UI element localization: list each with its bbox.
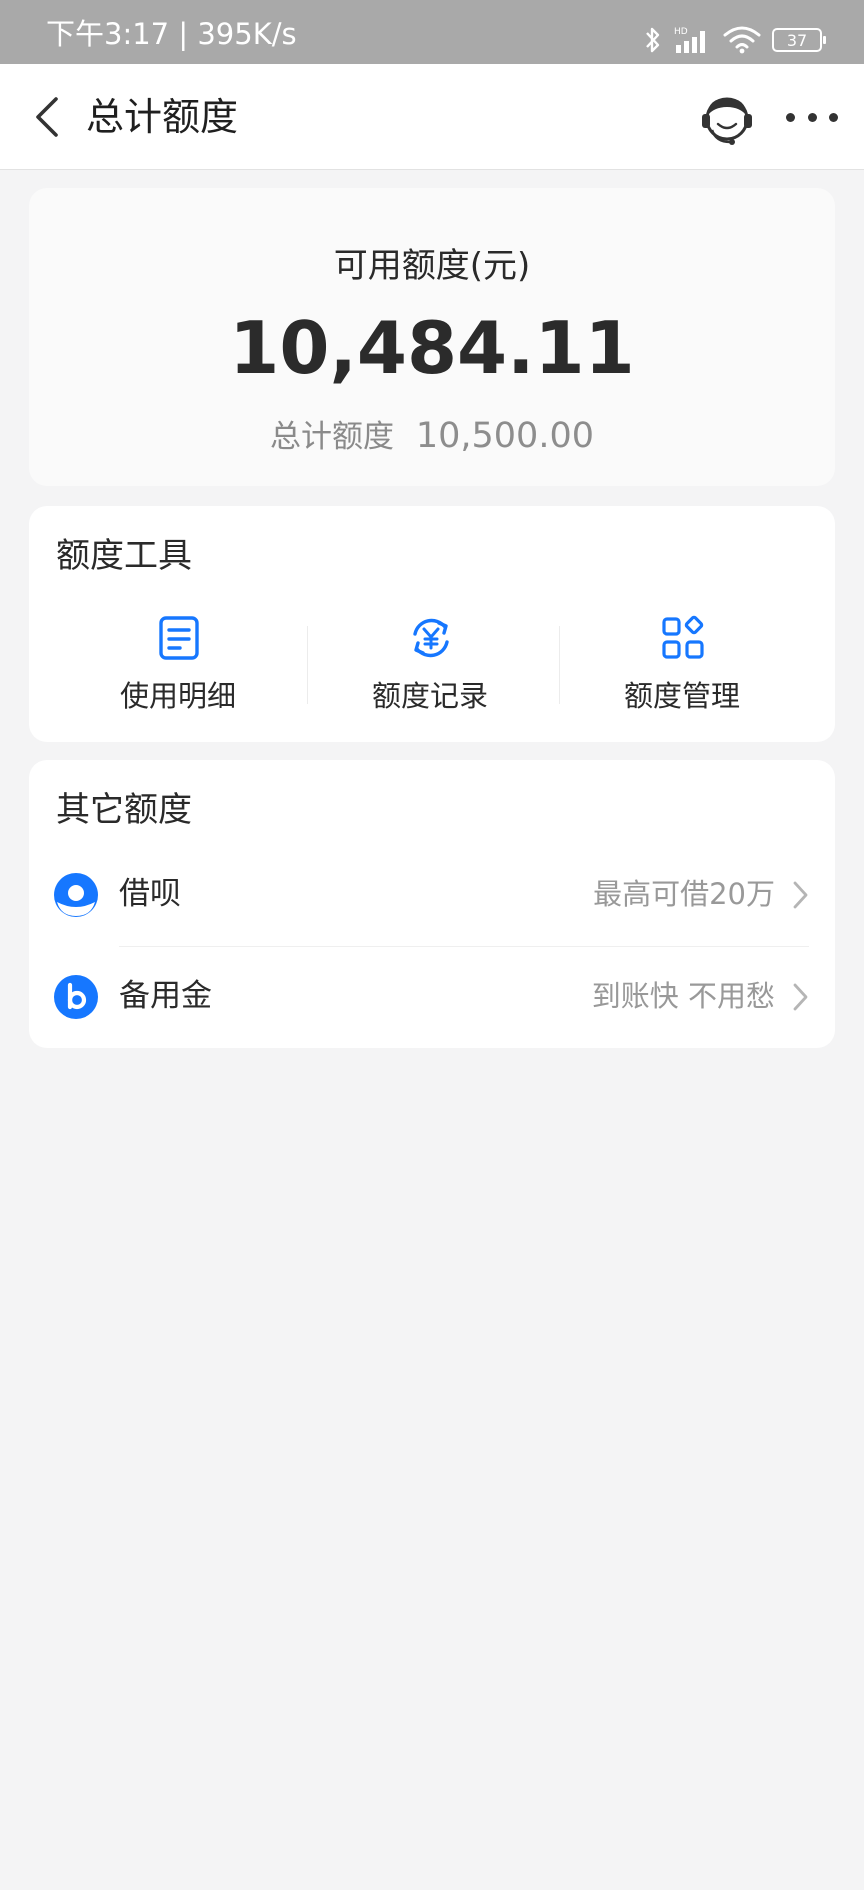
- grid-manage-icon: [662, 615, 704, 659]
- status-separator: |: [178, 17, 198, 51]
- yuan-cycle-icon: [413, 618, 449, 658]
- other-title: 其它额度: [56, 790, 192, 830]
- chevron-left-icon: [36, 97, 58, 137]
- back-button[interactable]: [22, 90, 72, 144]
- more-dot-icon: [829, 112, 838, 122]
- tool-label: 额度记录: [371, 679, 488, 713]
- signal-icon: HD: [674, 27, 705, 53]
- tool-divider: [307, 626, 308, 704]
- battery-icon: 37: [772, 28, 826, 52]
- total-line: 总计额度 10,500.00: [29, 416, 835, 457]
- chevron-right-icon: [793, 881, 808, 909]
- other-item-beiyongjin[interactable]: 备用金 到账快 不用愁: [29, 946, 835, 1046]
- more-dot-icon: [786, 112, 795, 122]
- balance-card: 可用额度(元) 10,484.11 总计额度 10,500.00: [29, 188, 835, 486]
- status-time: 下午3:17: [46, 17, 170, 51]
- total-amount: 10,500.00: [415, 416, 594, 456]
- status-net-speed: 395K/s: [197, 17, 297, 51]
- status-icons: HD 37: [644, 24, 826, 56]
- beiyongjin-icon: [54, 975, 98, 1019]
- battery-level: 37: [786, 30, 808, 50]
- item-hint: 到账快 不用愁: [591, 979, 775, 1013]
- tool-divider: [559, 626, 560, 704]
- bluetooth-icon: [646, 27, 660, 53]
- page-title: 总计额度: [86, 95, 239, 139]
- customer-service-icon: [702, 97, 752, 145]
- jiebei-icon: [54, 873, 98, 917]
- other-quota-card: 其它额度 借呗 最高可借20万 备用金 到账快 不用愁: [29, 760, 835, 1048]
- tool-label: 额度管理: [623, 679, 740, 713]
- available-amount: 10,484.11: [229, 306, 635, 390]
- available-label: 可用额度(元): [333, 246, 531, 286]
- wifi-icon: [723, 26, 761, 54]
- tools-title: 额度工具: [56, 536, 192, 576]
- more-dot-icon: [807, 112, 817, 122]
- nav-bar: 总计额度: [0, 64, 864, 170]
- status-bar: 下午3:17 | 395K/s HD 37: [0, 0, 864, 64]
- item-hint: 最高可借20万: [593, 877, 775, 911]
- tool-usage-details[interactable]: 使用明细: [58, 614, 298, 724]
- tool-label: 使用明细: [119, 679, 236, 713]
- tools-card: 额度工具 使用明细 额度记录 额度管理: [29, 506, 835, 742]
- status-time-speed: 下午3:17 | 395K/s: [46, 18, 297, 50]
- network-type-label: HD: [674, 27, 688, 37]
- chevron-right-icon: [793, 983, 808, 1011]
- tool-quota-records[interactable]: 额度记录: [310, 614, 550, 724]
- customer-service-button[interactable]: [696, 90, 758, 152]
- document-list-icon: [159, 616, 199, 660]
- item-name: 备用金: [119, 978, 212, 1014]
- total-label: 总计额度: [270, 419, 394, 455]
- item-name: 借呗: [119, 876, 181, 912]
- tool-quota-management[interactable]: 额度管理: [562, 614, 802, 724]
- more-button[interactable]: [786, 102, 838, 132]
- other-item-jiebei[interactable]: 借呗 最高可借20万: [29, 844, 835, 944]
